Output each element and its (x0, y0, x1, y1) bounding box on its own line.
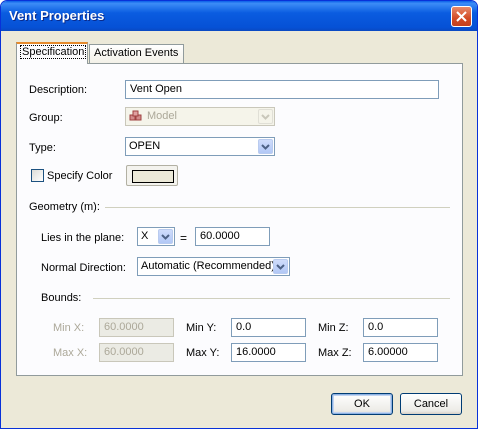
tab-specification-label: Specification (19, 45, 87, 59)
group-select[interactable]: Model (125, 107, 275, 126)
title-bar[interactable]: Vent Properties (1, 1, 477, 31)
tab-activation-events[interactable]: Activation Events (89, 44, 184, 63)
type-value: OPEN (129, 140, 161, 152)
specify-color-checkbox[interactable] (31, 169, 44, 182)
max-z-input[interactable]: 6.00000 (363, 343, 438, 362)
min-y-input[interactable]: 0.0 (231, 318, 306, 337)
max-x-input[interactable]: 60.0000 (99, 343, 174, 362)
type-select[interactable]: OPEN (125, 137, 275, 156)
close-button[interactable] (451, 6, 472, 27)
max-y-label: Max Y: (186, 347, 220, 359)
description-label: Description: (29, 84, 88, 96)
group-value: Model (147, 110, 177, 122)
vent-properties-dialog: Vent Properties Specification Activation… (0, 0, 478, 429)
min-z-label: Min Z: (318, 322, 349, 334)
geometry-divider (105, 207, 450, 208)
plane-axis-value: X (141, 230, 149, 242)
cancel-button[interactable]: Cancel (400, 393, 462, 415)
specify-color-label: Specify Color (47, 170, 113, 182)
chevron-down-icon[interactable] (258, 139, 273, 154)
normal-direction-label: Normal Direction: (41, 262, 126, 274)
normal-direction-value: Automatic (Recommended) (141, 260, 275, 272)
bounds-section-label: Bounds: (41, 292, 82, 304)
window-title: Vent Properties (9, 8, 105, 23)
plane-value-input[interactable]: 60.0000 (195, 227, 270, 246)
color-swatch (132, 170, 174, 183)
normal-direction-select[interactable]: Automatic (Recommended) (137, 257, 290, 276)
description-input[interactable]: Vent Open (125, 80, 439, 99)
min-x-label: Min X: (53, 322, 85, 334)
chevron-down-icon[interactable] (158, 229, 173, 244)
plane-axis-select[interactable]: X (137, 227, 175, 246)
specification-panel: Description: Vent Open Group: Model Type… (16, 63, 463, 376)
chevron-down-icon[interactable] (273, 259, 288, 274)
tab-activation-events-label: Activation Events (94, 47, 179, 59)
min-x-input[interactable]: 60.0000 (99, 318, 174, 337)
min-y-label: Min Y: (186, 322, 217, 334)
bounds-divider (93, 298, 450, 299)
tab-specification[interactable]: Specification (16, 42, 88, 64)
max-y-input[interactable]: 16.0000 (231, 343, 306, 362)
ok-button[interactable]: OK (331, 393, 393, 415)
equals-sign: = (180, 231, 188, 245)
plane-label: Lies in the plane: (41, 232, 125, 244)
close-icon (456, 11, 467, 22)
color-picker-button[interactable] (126, 165, 178, 186)
model-group-icon (129, 110, 143, 126)
group-label: Group: (29, 112, 63, 124)
max-x-label: Max X: (53, 347, 88, 359)
type-label: Type: (29, 142, 56, 154)
geometry-section-label: Geometry (m): (29, 201, 100, 213)
min-z-input[interactable]: 0.0 (363, 318, 438, 337)
max-z-label: Max Z: (318, 347, 352, 359)
chevron-down-icon (258, 109, 273, 124)
